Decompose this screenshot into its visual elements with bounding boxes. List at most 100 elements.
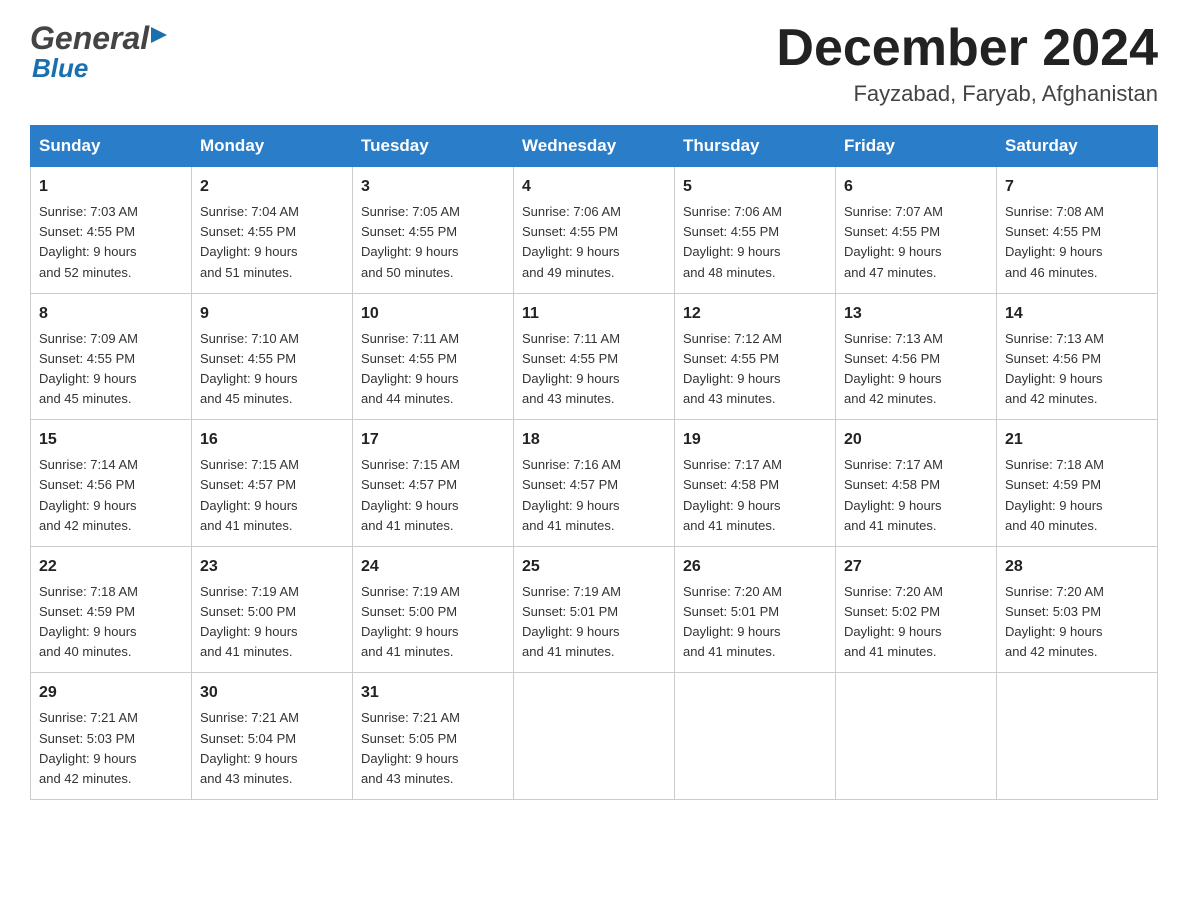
- day-info: Sunrise: 7:15 AMSunset: 4:57 PMDaylight:…: [361, 457, 460, 532]
- calendar-cell: [675, 673, 836, 800]
- day-info: Sunrise: 7:12 AMSunset: 4:55 PMDaylight:…: [683, 331, 782, 406]
- day-number: 16: [200, 428, 344, 452]
- calendar-header-row: SundayMondayTuesdayWednesdayThursdayFrid…: [31, 126, 1158, 167]
- calendar-cell: 14Sunrise: 7:13 AMSunset: 4:56 PMDayligh…: [997, 293, 1158, 420]
- day-info: Sunrise: 7:21 AMSunset: 5:04 PMDaylight:…: [200, 710, 299, 785]
- logo-blue-text: Blue: [32, 53, 88, 84]
- calendar-cell: 3 Sunrise: 7:05 AMSunset: 4:55 PMDaylight…: [353, 167, 514, 294]
- day-info: Sunrise: 7:05 AMSunset: 4:55 PMDaylight:…: [361, 204, 460, 279]
- calendar-cell: 16Sunrise: 7:15 AMSunset: 4:57 PMDayligh…: [192, 420, 353, 547]
- day-number: 28: [1005, 555, 1149, 579]
- logo-general-text: General: [30, 20, 149, 57]
- day-info: Sunrise: 7:08 AMSunset: 4:55 PMDaylight:…: [1005, 204, 1104, 279]
- day-info: Sunrise: 7:19 AMSunset: 5:01 PMDaylight:…: [522, 584, 621, 659]
- calendar-cell: 4 Sunrise: 7:06 AMSunset: 4:55 PMDaylight…: [514, 167, 675, 294]
- day-number: 18: [522, 428, 666, 452]
- day-number: 29: [39, 681, 183, 705]
- day-number: 10: [361, 302, 505, 326]
- day-number: 26: [683, 555, 827, 579]
- day-number: 12: [683, 302, 827, 326]
- day-info: Sunrise: 7:20 AMSunset: 5:01 PMDaylight:…: [683, 584, 782, 659]
- calendar-cell: 15Sunrise: 7:14 AMSunset: 4:56 PMDayligh…: [31, 420, 192, 547]
- day-number: 14: [1005, 302, 1149, 326]
- day-number: 22: [39, 555, 183, 579]
- calendar-week-row: 1 Sunrise: 7:03 AMSunset: 4:55 PMDaylight…: [31, 167, 1158, 294]
- logo-flag-icon: [151, 27, 167, 47]
- day-number: 17: [361, 428, 505, 452]
- calendar-cell: 18 Sunrise: 7:16 AMSunset: 4:57 PMDayligh…: [514, 420, 675, 547]
- day-info: Sunrise: 7:21 AMSunset: 5:03 PMDaylight:…: [39, 710, 138, 785]
- calendar-cell: 23Sunrise: 7:19 AMSunset: 5:00 PMDayligh…: [192, 546, 353, 673]
- calendar-cell: 19Sunrise: 7:17 AMSunset: 4:58 PMDayligh…: [675, 420, 836, 547]
- location-title: Fayzabad, Faryab, Afghanistan: [776, 81, 1158, 107]
- logo: General Blue: [30, 20, 169, 84]
- calendar-week-row: 15Sunrise: 7:14 AMSunset: 4:56 PMDayligh…: [31, 420, 1158, 547]
- calendar-cell: [836, 673, 997, 800]
- calendar-cell: 24Sunrise: 7:19 AMSunset: 5:00 PMDayligh…: [353, 546, 514, 673]
- calendar-cell: 1 Sunrise: 7:03 AMSunset: 4:55 PMDaylight…: [31, 167, 192, 294]
- calendar-cell: 6 Sunrise: 7:07 AMSunset: 4:55 PMDaylight…: [836, 167, 997, 294]
- day-info: Sunrise: 7:16 AMSunset: 4:57 PMDaylight:…: [522, 457, 621, 532]
- calendar-cell: 13Sunrise: 7:13 AMSunset: 4:56 PMDayligh…: [836, 293, 997, 420]
- col-header-tuesday: Tuesday: [353, 126, 514, 167]
- day-number: 9: [200, 302, 344, 326]
- day-number: 1: [39, 175, 183, 199]
- day-info: Sunrise: 7:06 AMSunset: 4:55 PMDaylight:…: [683, 204, 782, 279]
- day-info: Sunrise: 7:11 AMSunset: 4:55 PMDaylight:…: [361, 331, 459, 406]
- page-header: General Blue December 2024 Fayzabad, Far…: [30, 20, 1158, 107]
- calendar-cell: 21Sunrise: 7:18 AMSunset: 4:59 PMDayligh…: [997, 420, 1158, 547]
- calendar-cell: 25 Sunrise: 7:19 AMSunset: 5:01 PMDayligh…: [514, 546, 675, 673]
- day-info: Sunrise: 7:21 AMSunset: 5:05 PMDaylight:…: [361, 710, 460, 785]
- month-title: December 2024: [776, 20, 1158, 77]
- calendar-cell: 12 Sunrise: 7:12 AMSunset: 4:55 PMDayligh…: [675, 293, 836, 420]
- calendar-cell: 29 Sunrise: 7:21 AMSunset: 5:03 PMDayligh…: [31, 673, 192, 800]
- col-header-saturday: Saturday: [997, 126, 1158, 167]
- day-number: 19: [683, 428, 827, 452]
- day-number: 15: [39, 428, 183, 452]
- calendar-week-row: 8Sunrise: 7:09 AMSunset: 4:55 PMDaylight…: [31, 293, 1158, 420]
- day-info: Sunrise: 7:07 AMSunset: 4:55 PMDaylight:…: [844, 204, 943, 279]
- calendar-table: SundayMondayTuesdayWednesdayThursdayFrid…: [30, 125, 1158, 800]
- day-number: 27: [844, 555, 988, 579]
- day-number: 6: [844, 175, 988, 199]
- day-info: Sunrise: 7:11 AMSunset: 4:55 PMDaylight:…: [522, 331, 620, 406]
- day-number: 30: [200, 681, 344, 705]
- col-header-sunday: Sunday: [31, 126, 192, 167]
- calendar-cell: 9 Sunrise: 7:10 AMSunset: 4:55 PMDaylight…: [192, 293, 353, 420]
- day-info: Sunrise: 7:06 AMSunset: 4:55 PMDaylight:…: [522, 204, 621, 279]
- calendar-cell: 28 Sunrise: 7:20 AMSunset: 5:03 PMDayligh…: [997, 546, 1158, 673]
- calendar-cell: 20Sunrise: 7:17 AMSunset: 4:58 PMDayligh…: [836, 420, 997, 547]
- calendar-cell: [514, 673, 675, 800]
- day-number: 5: [683, 175, 827, 199]
- day-number: 11: [522, 302, 666, 326]
- day-info: Sunrise: 7:20 AMSunset: 5:03 PMDaylight:…: [1005, 584, 1104, 659]
- day-info: Sunrise: 7:09 AMSunset: 4:55 PMDaylight:…: [39, 331, 138, 406]
- calendar-cell: 2Sunrise: 7:04 AMSunset: 4:55 PMDaylight…: [192, 167, 353, 294]
- day-info: Sunrise: 7:20 AMSunset: 5:02 PMDaylight:…: [844, 584, 943, 659]
- calendar-cell: 27 Sunrise: 7:20 AMSunset: 5:02 PMDayligh…: [836, 546, 997, 673]
- day-info: Sunrise: 7:19 AMSunset: 5:00 PMDaylight:…: [200, 584, 299, 659]
- day-info: Sunrise: 7:10 AMSunset: 4:55 PMDaylight:…: [200, 331, 299, 406]
- day-info: Sunrise: 7:03 AMSunset: 4:55 PMDaylight:…: [39, 204, 138, 279]
- day-number: 2: [200, 175, 344, 199]
- day-info: Sunrise: 7:18 AMSunset: 4:59 PMDaylight:…: [39, 584, 138, 659]
- day-number: 25: [522, 555, 666, 579]
- calendar-cell: 22 Sunrise: 7:18 AMSunset: 4:59 PMDayligh…: [31, 546, 192, 673]
- calendar-cell: [997, 673, 1158, 800]
- day-number: 3: [361, 175, 505, 199]
- col-header-friday: Friday: [836, 126, 997, 167]
- calendar-cell: 31 Sunrise: 7:21 AMSunset: 5:05 PMDayligh…: [353, 673, 514, 800]
- calendar-week-row: 22 Sunrise: 7:18 AMSunset: 4:59 PMDayligh…: [31, 546, 1158, 673]
- day-info: Sunrise: 7:17 AMSunset: 4:58 PMDaylight:…: [844, 457, 943, 532]
- day-number: 31: [361, 681, 505, 705]
- calendar-cell: 7 Sunrise: 7:08 AMSunset: 4:55 PMDaylight…: [997, 167, 1158, 294]
- calendar-cell: 8Sunrise: 7:09 AMSunset: 4:55 PMDaylight…: [31, 293, 192, 420]
- day-number: 24: [361, 555, 505, 579]
- day-number: 4: [522, 175, 666, 199]
- day-number: 7: [1005, 175, 1149, 199]
- calendar-cell: 5 Sunrise: 7:06 AMSunset: 4:55 PMDaylight…: [675, 167, 836, 294]
- col-header-monday: Monday: [192, 126, 353, 167]
- day-number: 13: [844, 302, 988, 326]
- day-number: 21: [1005, 428, 1149, 452]
- calendar-cell: 11 Sunrise: 7:11 AMSunset: 4:55 PMDayligh…: [514, 293, 675, 420]
